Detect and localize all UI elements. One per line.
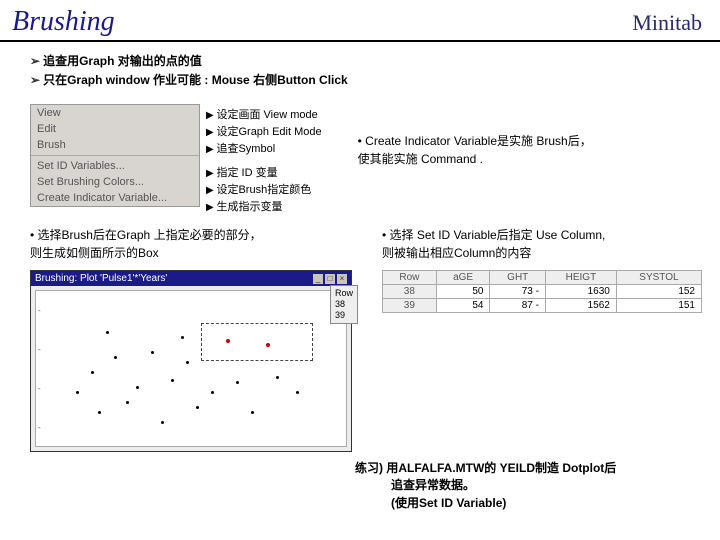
- menu-desc-top: 设定画面 View mode 设定Graph Edit Mode 追查Symbo…: [206, 104, 322, 156]
- plot-window: Brushing: Plot 'Pulse1'*'Years' _ □ × Ro…: [30, 270, 352, 452]
- th-ght: GHT: [490, 271, 546, 285]
- menu-brush[interactable]: Brush: [31, 137, 199, 153]
- cell: 1562: [545, 299, 616, 313]
- context-menu: View Edit Brush Set ID Variables... Set …: [30, 104, 200, 207]
- right-bullet-l2: 则被输出相应Column的内容: [382, 244, 702, 262]
- desc-indicator: 生成指示变量: [206, 198, 322, 214]
- cell: 54: [436, 299, 490, 313]
- th-row: Row: [383, 271, 437, 285]
- right-column: • 选择 Set ID Variable后指定 Use Column, 则被输出…: [382, 226, 702, 313]
- th-heigt: HEIGT: [545, 271, 616, 285]
- left-bullet-l1: • 选择Brush后在Graph 上指定必要的部分，: [30, 226, 362, 244]
- result-table: Row aGE GHT HEIGT SYSTOL 38 50 73 - 1630…: [382, 270, 702, 313]
- right-bullet-l1: • 选择 Set ID Variable后指定 Use Column,: [382, 226, 702, 244]
- scatter-plot[interactable]: Row 38 39 ----: [35, 290, 347, 447]
- note-line2: 使其能实施 Command .: [358, 150, 592, 168]
- table-row: 38 50 73 - 1630 152: [383, 285, 702, 299]
- menu-separator: [31, 155, 199, 156]
- menu-row: View Edit Brush Set ID Variables... Set …: [30, 104, 702, 214]
- create-indicator-note: • Create Indicator Variable是实施 Brush后， 使…: [358, 132, 592, 168]
- desc-color: 设定Brush指定颜色: [206, 181, 322, 197]
- th-age: aGE: [436, 271, 490, 285]
- exercise-l1: 练习) 用ALFALFA.MTW的 YEILD制造 Dotplot后: [355, 460, 616, 477]
- lower-row: • 选择Brush后在Graph 上指定必要的部分， 则生成如侧面所示的Box …: [30, 226, 702, 452]
- left-column: • 选择Brush后在Graph 上指定必要的部分， 则生成如侧面所示的Box …: [30, 226, 362, 452]
- intro-block: 追查用Graph 对输出的点的值 只在Graph window 作业可能 : M…: [30, 52, 702, 90]
- plot-titlebar: Brushing: Plot 'Pulse1'*'Years' _ □ ×: [31, 271, 351, 286]
- table-row: 39 54 87 - 1562 151: [383, 299, 702, 313]
- menu-desc-bottom: 指定 ID 变量 设定Brush指定颜色 生成指示变量: [206, 162, 322, 214]
- close-icon[interactable]: ×: [337, 274, 347, 284]
- exercise-l2: 追查异常数据。: [355, 477, 616, 494]
- max-icon[interactable]: □: [325, 274, 335, 284]
- table-header-row: Row aGE GHT HEIGT SYSTOL: [383, 271, 702, 285]
- exercise-l3: (使用Set ID Variable): [355, 495, 616, 512]
- cell: 87 -: [490, 299, 546, 313]
- intro-line-2: 只在Graph window 作业可能 : Mouse 右侧Button Cli…: [30, 71, 702, 90]
- plot-title: Brushing: Plot 'Pulse1'*'Years': [35, 273, 167, 284]
- menu-desc-col: 设定画面 View mode 设定Graph Edit Mode 追查Symbo…: [206, 104, 322, 214]
- menu-set-id[interactable]: Set ID Variables...: [31, 158, 199, 174]
- note-line1: • Create Indicator Variable是实施 Brush后，: [358, 132, 592, 150]
- desc-view: 设定画面 View mode: [206, 106, 322, 122]
- intro-line-1: 追查用Graph 对输出的点的值: [30, 52, 702, 71]
- cell: 151: [616, 299, 701, 313]
- right-bullet: • 选择 Set ID Variable后指定 Use Column, 则被输出…: [382, 226, 702, 262]
- cell: 38: [383, 285, 437, 299]
- min-icon[interactable]: _: [313, 274, 323, 284]
- menu-view[interactable]: View: [31, 105, 199, 121]
- menu-set-colors[interactable]: Set Brushing Colors...: [31, 174, 199, 190]
- rows-0: 38: [335, 299, 353, 310]
- rows-label: Row: [335, 288, 353, 299]
- cell: 73 -: [490, 285, 546, 299]
- cell: 1630: [545, 285, 616, 299]
- cell: 50: [436, 285, 490, 299]
- th-systol: SYSTOL: [616, 271, 701, 285]
- header: Brushing Minitab: [0, 0, 720, 42]
- menu-edit[interactable]: Edit: [31, 121, 199, 137]
- y-axis-ticks: ----: [38, 291, 41, 446]
- brush-selection[interactable]: [201, 323, 313, 361]
- exercise-block: 练习) 用ALFALFA.MTW的 YEILD制造 Dotplot后 追查异常数…: [355, 460, 616, 512]
- menu-create-indicator[interactable]: Create Indicator Variable...: [31, 190, 199, 206]
- rows-1: 39: [335, 310, 353, 321]
- desc-edit: 设定Graph Edit Mode: [206, 123, 322, 139]
- desc-id: 指定 ID 变量: [206, 164, 322, 180]
- window-controls: _ □ ×: [313, 274, 347, 284]
- content: 追查用Graph 对输出的点的值 只在Graph window 作业可能 : M…: [0, 42, 720, 452]
- brand-label: Minitab: [632, 10, 702, 36]
- cell: 152: [616, 285, 701, 299]
- page-title: Brushing: [12, 6, 115, 38]
- brush-rows-box: Row 38 39: [330, 285, 358, 323]
- left-bullet-l2: 则生成如侧面所示的Box: [30, 244, 362, 262]
- desc-brush: 追查Symbol: [206, 140, 322, 156]
- left-bullet: • 选择Brush后在Graph 上指定必要的部分， 则生成如侧面所示的Box: [30, 226, 362, 262]
- cell: 39: [383, 299, 437, 313]
